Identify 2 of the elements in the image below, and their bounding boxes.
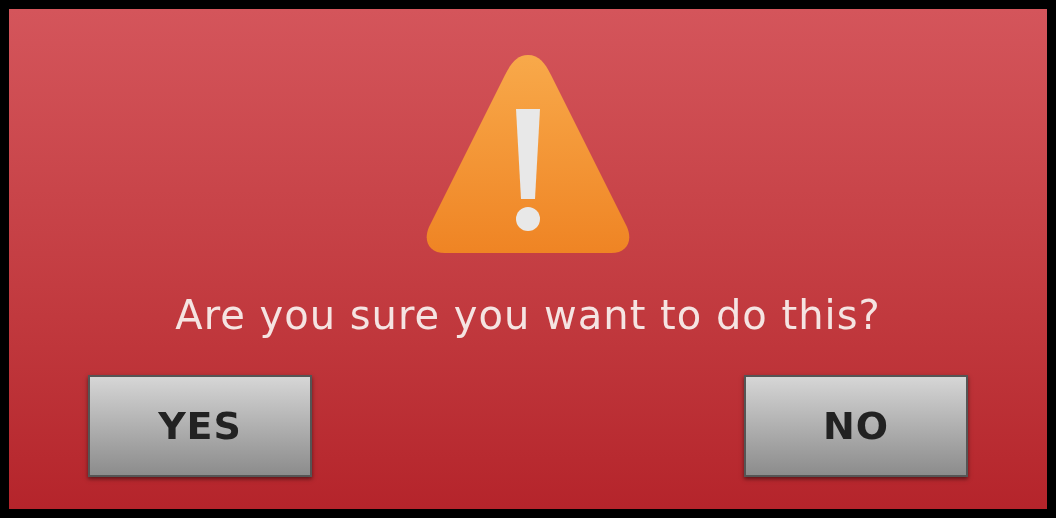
dialog-button[interactable]: YES — [88, 375, 312, 477]
dialog-button[interactable]: NO — [744, 375, 968, 477]
